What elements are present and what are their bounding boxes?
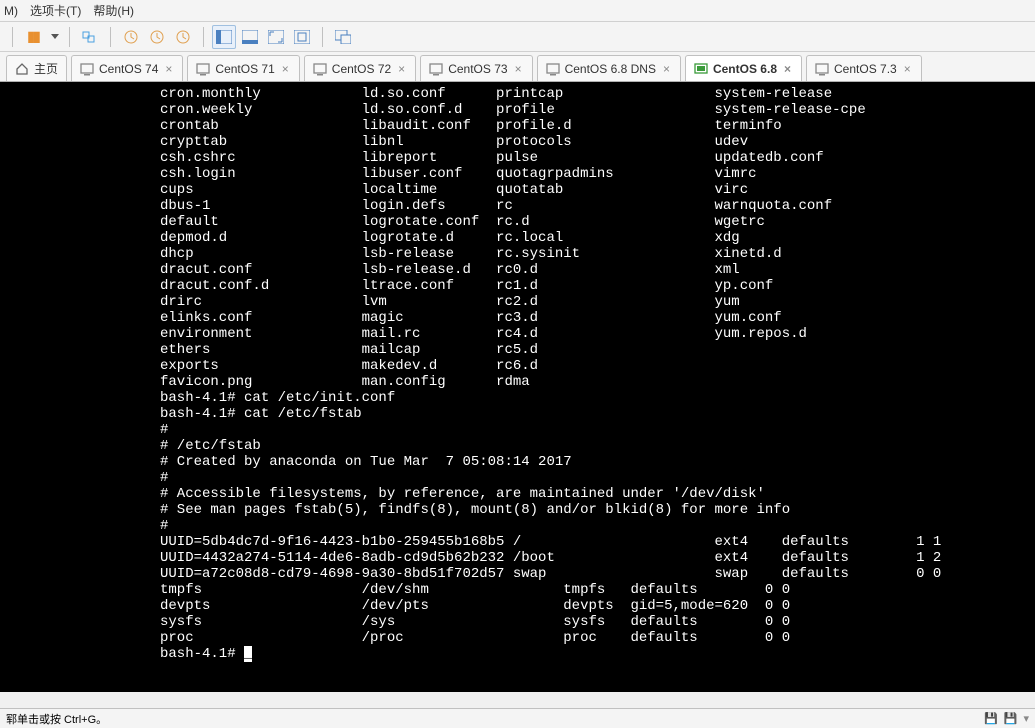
- clock-button-2[interactable]: [145, 25, 169, 49]
- vm-icon: [694, 62, 708, 76]
- view-button-2[interactable]: [238, 25, 262, 49]
- toolbar-sep: [322, 27, 323, 47]
- tab-centos-74[interactable]: CentOS 74 ×: [71, 55, 183, 81]
- status-text: 郓单击或按 Ctrl+G。: [6, 711, 107, 727]
- close-icon[interactable]: ×: [163, 63, 174, 75]
- disk-icon: 💾: [984, 712, 998, 725]
- tab-label: CentOS 72: [332, 62, 391, 76]
- clock-button-3[interactable]: [171, 25, 195, 49]
- toolbar: ▮▮: [0, 22, 1035, 52]
- tab-label: CentOS 73: [448, 62, 507, 76]
- tab-label: CentOS 74: [99, 62, 158, 76]
- tab-label: CentOS 71: [215, 62, 274, 76]
- status-bar: 郓单击或按 Ctrl+G。 💾 💾 ▾: [0, 708, 1035, 728]
- unity-button[interactable]: [290, 25, 314, 49]
- tab-label: CentOS 6.8: [713, 62, 777, 76]
- vm-icon: [196, 62, 210, 76]
- tab-centos-6-8-dns[interactable]: CentOS 6.8 DNS ×: [537, 55, 681, 81]
- close-icon[interactable]: ×: [513, 63, 524, 75]
- toolbar-sep: [12, 27, 13, 47]
- tab-主页[interactable]: 主页: [6, 55, 67, 81]
- home-icon: [15, 62, 29, 76]
- close-icon[interactable]: ×: [280, 63, 291, 75]
- pause-button[interactable]: ▮▮: [21, 25, 45, 49]
- menu-m[interactable]: M): [4, 4, 18, 18]
- disk-icon: 💾: [1004, 712, 1018, 725]
- tab-label: 主页: [34, 60, 58, 77]
- vm-icon: [80, 62, 94, 76]
- snapshot-button[interactable]: [78, 25, 102, 49]
- fullscreen-button[interactable]: [264, 25, 288, 49]
- tab-label: CentOS 6.8 DNS: [565, 62, 656, 76]
- tab-centos-71[interactable]: CentOS 71 ×: [187, 55, 299, 81]
- toolbar-sep: [203, 27, 204, 47]
- view-button-1[interactable]: [212, 25, 236, 49]
- status-icons: 💾 💾 ▾: [984, 712, 1029, 725]
- vm-icon: [313, 62, 327, 76]
- vm-icon: [546, 62, 560, 76]
- tab-centos-73[interactable]: CentOS 73 ×: [420, 55, 532, 81]
- tab-label: CentOS 7.3: [834, 62, 897, 76]
- tab-centos-72[interactable]: CentOS 72 ×: [304, 55, 416, 81]
- close-icon[interactable]: ×: [396, 63, 407, 75]
- close-icon[interactable]: ×: [902, 63, 913, 75]
- menu-tabs[interactable]: 选项卡(T): [30, 2, 81, 19]
- tab-bar: 主页CentOS 74×CentOS 71×CentOS 72×CentOS 7…: [0, 52, 1035, 82]
- toolbar-sep: [69, 27, 70, 47]
- vm-icon: [815, 62, 829, 76]
- close-icon[interactable]: ×: [661, 63, 672, 75]
- menu-help[interactable]: 帮助(H): [93, 2, 134, 19]
- pause-dropdown[interactable]: [47, 25, 61, 49]
- toolbar-sep: [110, 27, 111, 47]
- dropdown-icon[interactable]: ▾: [1023, 712, 1029, 725]
- tab-centos-6-8[interactable]: CentOS 6.8 ×: [685, 55, 802, 81]
- close-icon[interactable]: ×: [782, 63, 793, 75]
- vm-icon: [429, 62, 443, 76]
- menu-bar: M) 选项卡(T) 帮助(H): [0, 0, 1035, 22]
- clock-button-1[interactable]: [119, 25, 143, 49]
- terminal-output[interactable]: cron.monthly ld.so.conf printcap system-…: [0, 82, 1035, 692]
- thumbnail-button[interactable]: [331, 25, 355, 49]
- tab-centos-7-3[interactable]: CentOS 7.3 ×: [806, 55, 922, 81]
